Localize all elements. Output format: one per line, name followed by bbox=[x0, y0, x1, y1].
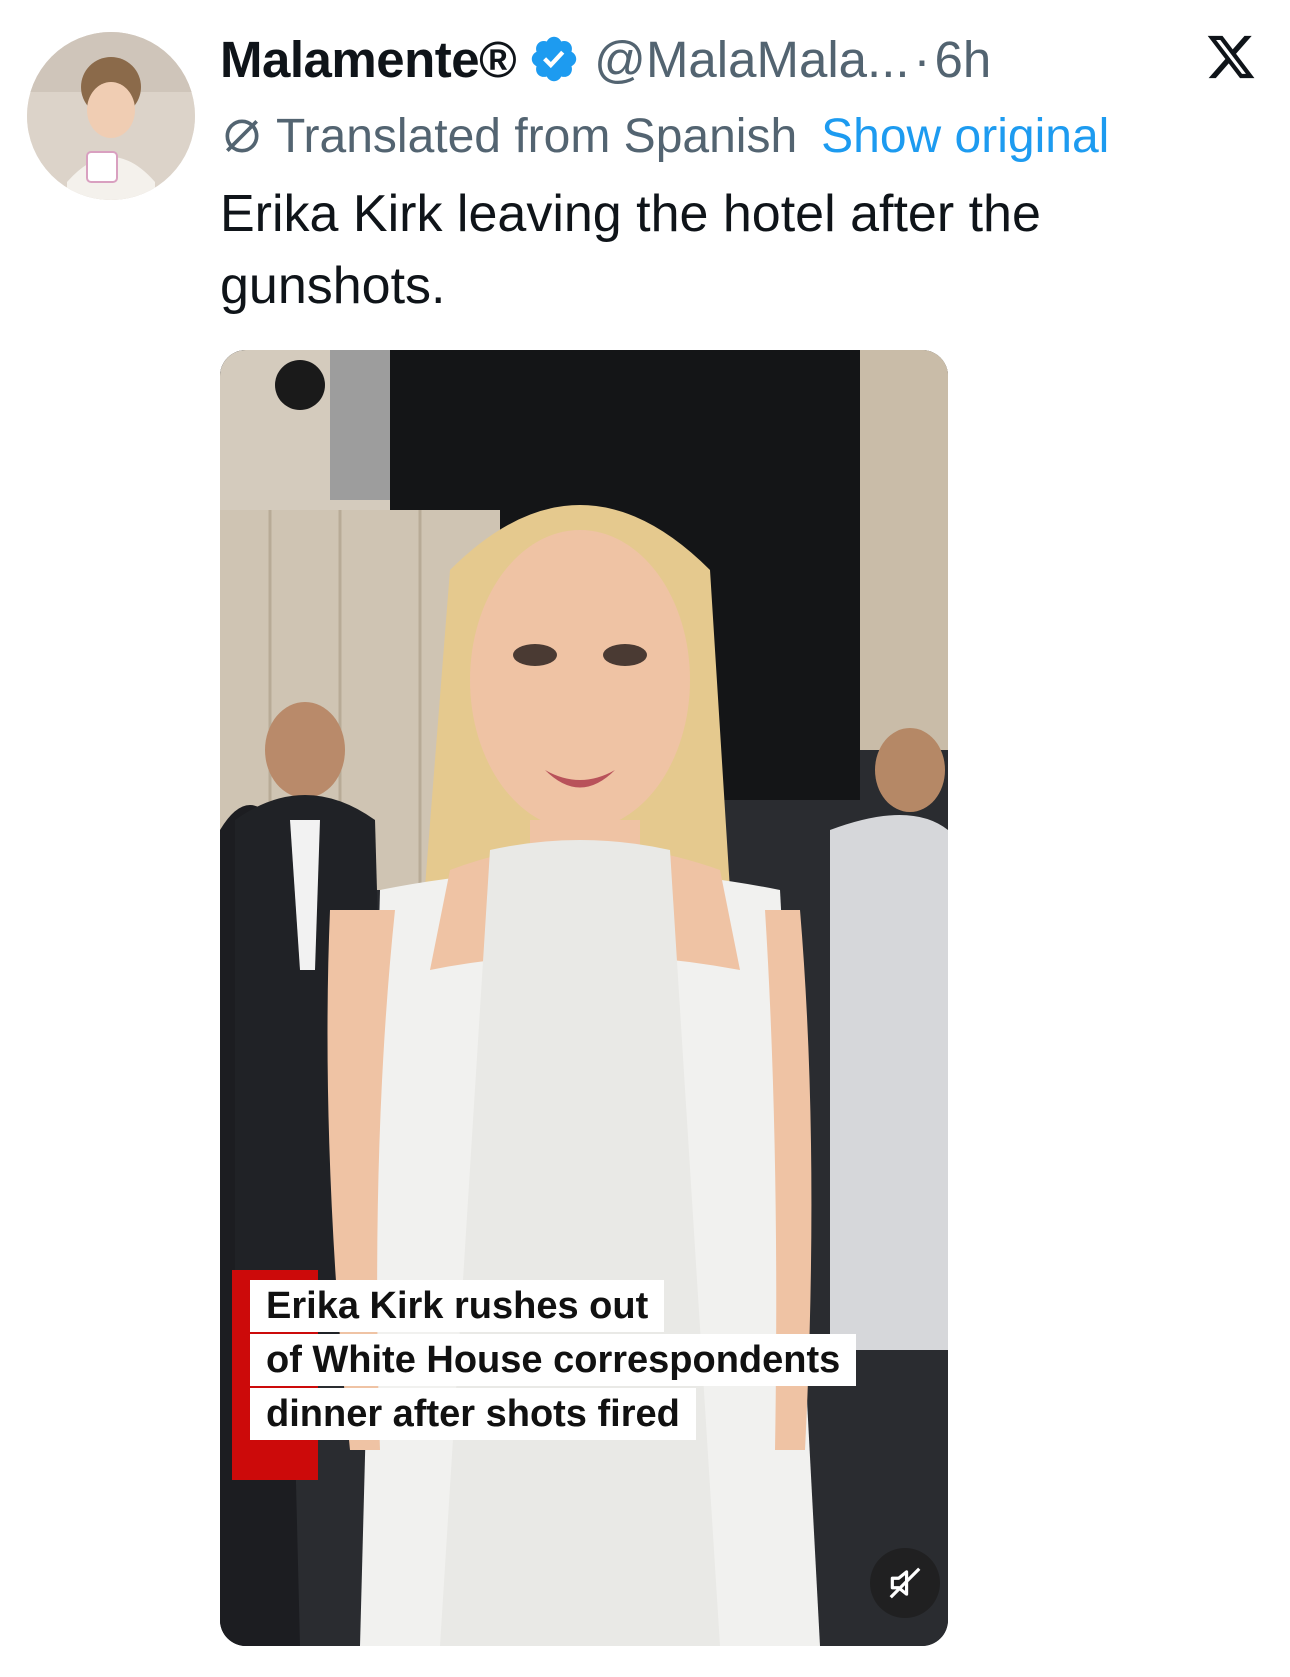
show-original-link[interactable]: Show original bbox=[821, 109, 1109, 164]
muted-speaker-icon bbox=[889, 1567, 921, 1599]
separator-dot: · bbox=[913, 30, 931, 88]
caption-line-3: dinner after shots fired bbox=[250, 1388, 696, 1440]
tweet-header: Malamente® @MalaMala... · 6h bbox=[220, 24, 991, 94]
video-frame bbox=[220, 350, 948, 1646]
tweet-media-video[interactable]: Erika Kirk rushes out of White House cor… bbox=[220, 350, 948, 1646]
user-handle[interactable]: @MalaMala... bbox=[594, 30, 909, 89]
caption-line-1: Erika Kirk rushes out bbox=[250, 1280, 665, 1332]
timestamp[interactable]: 6h bbox=[935, 30, 992, 89]
translated-label: Translated from Spanish bbox=[276, 109, 798, 163]
x-logo-icon bbox=[1205, 31, 1257, 83]
translate-icon bbox=[220, 114, 264, 158]
mute-toggle-button[interactable] bbox=[870, 1548, 940, 1618]
verified-badge-icon bbox=[528, 33, 580, 85]
display-name[interactable]: Malamente® bbox=[220, 30, 517, 89]
caption-line-2: of White House correspondents bbox=[250, 1334, 857, 1386]
tweet-text: Erika Kirk leaving the hotel after the g… bbox=[220, 185, 1041, 315]
avatar[interactable] bbox=[27, 32, 195, 200]
translation-row: Translated from Spanish Show original bbox=[220, 106, 1109, 166]
